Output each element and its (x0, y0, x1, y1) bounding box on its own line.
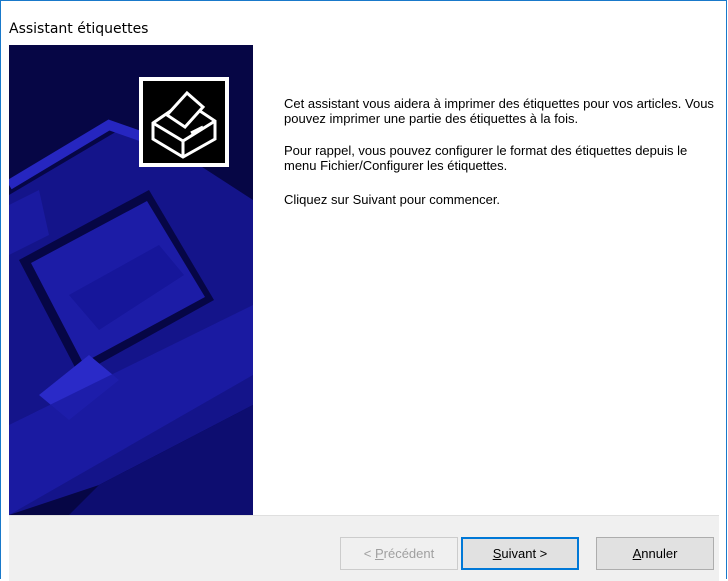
title-bar: Assistant étiquettes (1, 1, 726, 43)
wizard-window: Assistant étiquettes Cet assistant vous … (0, 0, 727, 581)
printer-icon (143, 81, 225, 163)
previous-button[interactable]: < Précédent (340, 537, 458, 570)
intro-paragraph: Cet assistant vous aidera à imprimer des… (284, 96, 714, 126)
start-paragraph: Cliquez sur Suivant pour commencer. (284, 192, 501, 207)
next-button[interactable]: Suivant > (461, 537, 579, 570)
button-bar: < Précédent Suivant > Annuler (9, 515, 719, 581)
wizard-banner (9, 45, 253, 515)
cancel-button[interactable]: Annuler (596, 537, 714, 570)
wizard-intro-text: Cet assistant vous aidera à imprimer des… (284, 96, 714, 224)
printer-icon-frame (139, 77, 229, 167)
config-paragraph: Pour rappel, vous pouvez configurer le f… (284, 143, 688, 173)
window-title: Assistant étiquettes (9, 21, 149, 37)
